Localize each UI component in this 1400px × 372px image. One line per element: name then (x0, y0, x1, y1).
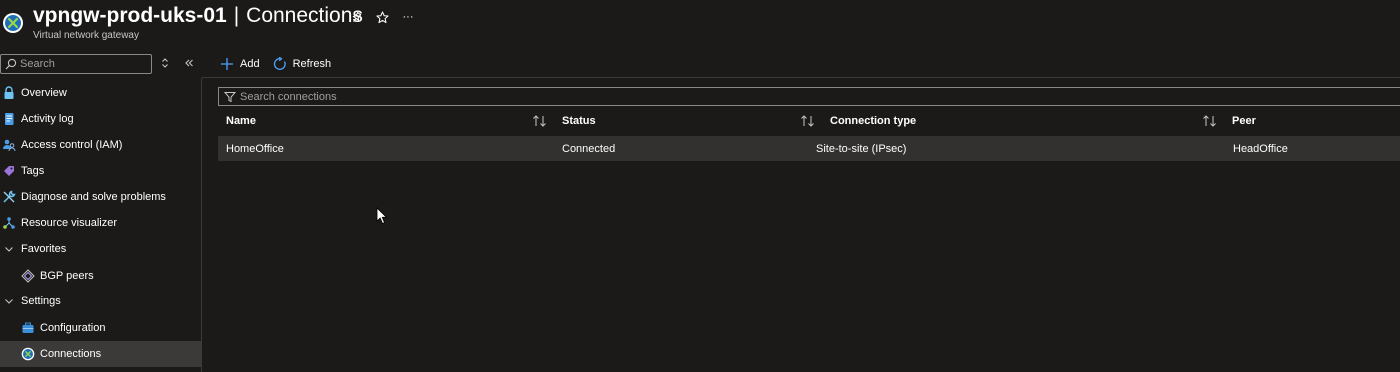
chevron-down-icon (1, 293, 17, 309)
sort-menu-button[interactable] (158, 56, 172, 70)
resource-type: Virtual network gateway (33, 30, 139, 41)
column-header-peer[interactable]: Peer (1232, 115, 1256, 127)
bgp-icon (20, 268, 36, 284)
sidebar-item-label: Activity log (21, 113, 74, 125)
sort-icon[interactable] (532, 114, 548, 128)
lock-icon (1, 85, 17, 101)
sort-icon (162, 58, 168, 68)
filter-icon (224, 91, 236, 102)
column-header-connection-type[interactable]: Connection type (830, 115, 916, 127)
sidebar-item-diagnose[interactable]: Diagnose and solve problems (0, 184, 201, 210)
chevron-down-icon (1, 241, 17, 257)
sidebar-item-tags[interactable]: Tags (0, 158, 201, 184)
configuration-icon (20, 320, 36, 336)
add-button-label: Add (240, 58, 260, 70)
sidebar-item-connections[interactable]: Connections (0, 341, 201, 367)
sidebar-item-label: Access control (IAM) (21, 139, 123, 151)
sidebar-item-activity-log[interactable]: Activity log (0, 106, 201, 132)
sidebar-item-label: BGP peers (40, 270, 94, 282)
cell-connection-type: Site-to-site (IPsec) (816, 143, 907, 155)
add-button[interactable]: Add (220, 57, 260, 71)
resource-name: vpngw-prod-uks-01 (33, 4, 227, 27)
sidebar-item-label: Diagnose and solve problems (21, 191, 166, 203)
sidebar-item-label: Overview (21, 87, 67, 99)
sidebar-divider (201, 78, 202, 372)
pin-button[interactable] (348, 9, 364, 25)
sort-icon[interactable] (1202, 114, 1218, 128)
refresh-icon (273, 57, 286, 70)
sidebar-item-access-control[interactable]: Access control (IAM) (0, 132, 201, 158)
more-button[interactable]: ··· (400, 9, 416, 25)
visualizer-icon (1, 215, 17, 231)
sidebar-item-configuration[interactable]: Configuration (0, 315, 201, 341)
iam-icon (1, 137, 17, 153)
star-icon (375, 10, 389, 23)
sidebar-item-overview[interactable]: Overview (0, 80, 201, 106)
sidebar-item-label: Resource visualizer (21, 217, 117, 229)
sidebar-group-label: Settings (21, 295, 61, 307)
cell-peer: HeadOffice (1233, 143, 1288, 155)
column-header-name[interactable]: Name (226, 115, 256, 127)
favorite-button[interactable] (374, 9, 390, 25)
connections-grid-header: Name Status Connection type Peer (218, 109, 1400, 133)
tag-icon (1, 163, 17, 179)
connections-filter-input[interactable] (240, 90, 840, 103)
content-top-border (202, 77, 1400, 78)
table-row[interactable]: HomeOffice Connected Site-to-site (IPsec… (218, 136, 1400, 161)
activity-log-icon (1, 111, 17, 127)
mouse-cursor-icon (376, 207, 388, 225)
sidebar-item-resource-visualizer[interactable]: Resource visualizer (0, 210, 201, 236)
sidebar-item-label: Tags (21, 165, 45, 177)
sidebar-group-favorites[interactable]: Favorites (0, 236, 201, 262)
refresh-button-label: Refresh (292, 58, 332, 70)
page-header: vpngw-prod-uks-01 | Connections Virtual … (0, 0, 1400, 50)
pin-icon (352, 11, 361, 22)
command-bar: Add Refresh (220, 54, 344, 74)
sidebar-item-bgp-peers[interactable]: BGP peers (0, 263, 201, 289)
refresh-button[interactable]: Refresh (273, 57, 332, 71)
menu-search-box[interactable] (0, 54, 152, 74)
title-separator: | (233, 4, 240, 27)
sidebar-group-settings[interactable]: Settings (0, 288, 201, 314)
resource-menu: Overview Activity log Access control (IA… (0, 50, 201, 372)
connections-icon (20, 346, 36, 362)
collapse-menu-button[interactable] (182, 56, 196, 70)
sidebar-item-label: Configuration (40, 322, 106, 334)
column-header-status[interactable]: Status (562, 115, 596, 127)
cell-name[interactable]: HomeOffice (226, 143, 284, 155)
cell-status: Connected (562, 143, 616, 155)
connections-filter-box[interactable] (218, 87, 1400, 106)
more-icon: ··· (402, 11, 414, 23)
wrench-icon (1, 189, 17, 205)
sort-icon[interactable] (800, 114, 816, 128)
search-icon (5, 58, 17, 70)
page-title: vpngw-prod-uks-01 | Connections (33, 4, 363, 28)
vpn-gateway-icon (3, 13, 23, 33)
menu-search-input[interactable] (20, 58, 145, 70)
sidebar-group-label: Favorites (21, 243, 67, 255)
page-name: Connections (246, 4, 363, 27)
sidebar-item-label: Connections (40, 348, 102, 360)
double-chevron-left-icon (185, 59, 193, 67)
plus-icon (221, 58, 233, 70)
